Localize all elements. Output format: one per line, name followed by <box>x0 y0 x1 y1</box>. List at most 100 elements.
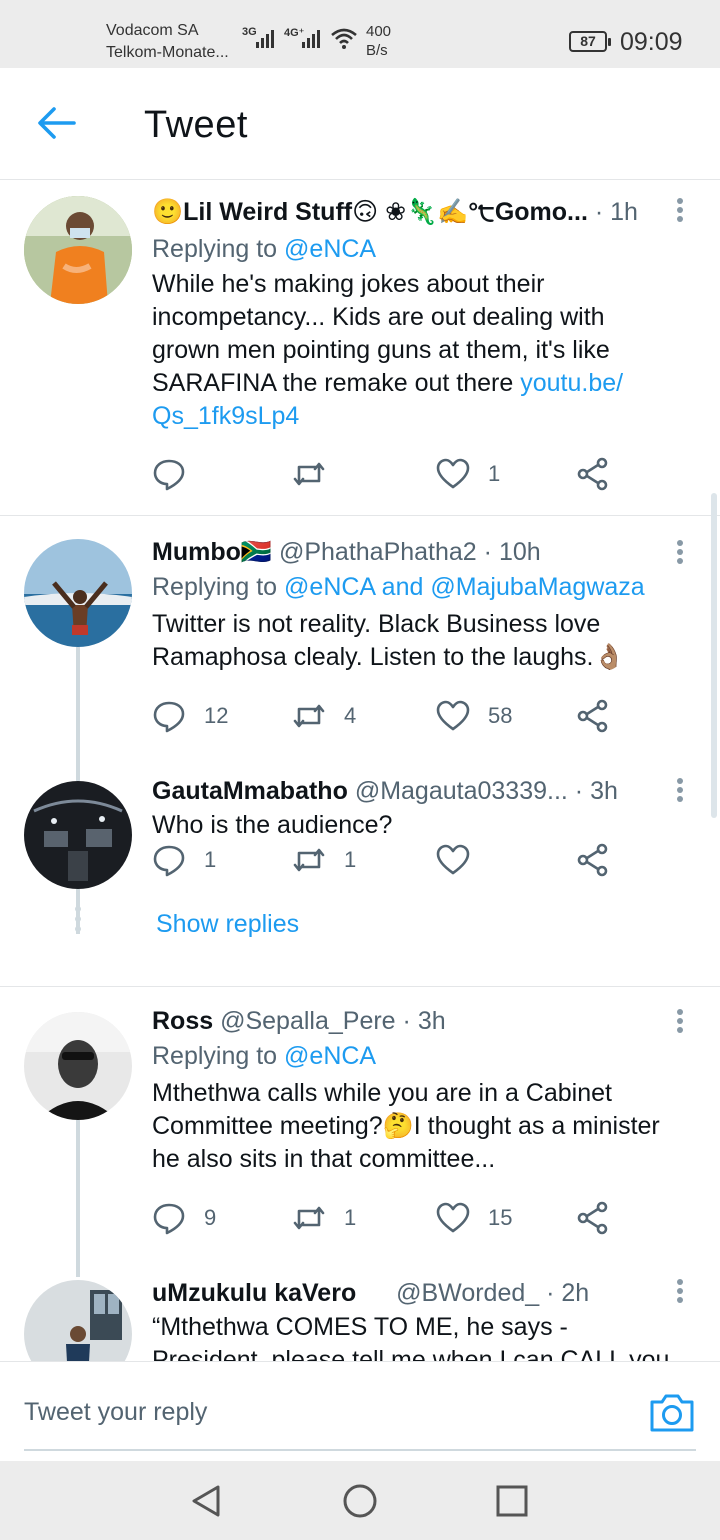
more-options-icon[interactable] <box>676 1279 684 1305</box>
like-button[interactable] <box>436 840 488 880</box>
author-handle[interactable]: @BWorded_ <box>396 1279 539 1307</box>
like-button[interactable]: 1 <box>436 454 500 494</box>
share-icon <box>577 699 608 733</box>
scrollbar[interactable] <box>711 493 717 818</box>
tweet-text-line: President, please tell me when I can CAL… <box>152 1346 670 1361</box>
replying-to: Replying to @eNCA <box>152 232 672 266</box>
author-name[interactable]: uMzukulu kaVero <box>152 1279 356 1307</box>
reply-icon <box>153 845 185 877</box>
carrier-1: Vodacom SA <box>106 22 199 39</box>
tweet-actions: 1 <box>152 454 632 494</box>
avatar[interactable] <box>24 539 132 647</box>
thread-dots <box>74 906 82 936</box>
tweet-item[interactable]: uMzukulu kaVero @BWorded_ · 2h “Mthethwa… <box>0 1277 720 1361</box>
share-button[interactable] <box>576 696 610 736</box>
like-count: 58 <box>488 703 513 728</box>
retweet-count: 4 <box>344 703 357 728</box>
author-name[interactable]: 🙂Lil Weird Stuff🙃 ❀🦎✍️°੮Gomo... <box>152 198 588 226</box>
tweet-text-line: “Mthethwa COMES TO ME, he says - <box>152 1313 568 1341</box>
nav-home-icon[interactable] <box>340 1481 380 1521</box>
tweet-item[interactable]: 🙂Lil Weird Stuff🙃 ❀🦎✍️°੮Gomo... · 1h Rep… <box>0 181 720 515</box>
show-replies-link[interactable]: Show replies <box>156 910 299 939</box>
tweet-time: · 2h <box>546 1279 590 1307</box>
tweet-item[interactable]: GautaMmabatho @Magauta03339... · 3h Who … <box>0 756 720 986</box>
speed-unit: B/s <box>366 42 388 59</box>
reply-button[interactable]: 9 <box>152 1198 216 1238</box>
tweet-actions: 9 1 15 <box>152 1198 632 1238</box>
retweet-button[interactable] <box>292 454 344 494</box>
author-handle[interactable]: @PhathaPhatha2 <box>279 538 477 566</box>
tweet-meta: Mumbo🇿🇦 @PhathaPhatha2 · 10h <box>152 536 672 568</box>
author-name[interactable]: GautaMmabatho <box>152 777 348 805</box>
like-button[interactable]: 58 <box>436 696 512 736</box>
reply-button[interactable] <box>152 454 204 494</box>
reply-feed[interactable]: 🙂Lil Weird Stuff🙃 ❀🦎✍️°੮Gomo... · 1h Rep… <box>0 181 720 1361</box>
mention-link[interactable]: @eNCA <box>284 1042 376 1070</box>
more-options-icon[interactable] <box>676 1009 684 1035</box>
like-button[interactable]: 15 <box>436 1198 512 1238</box>
page-title: Tweet <box>144 104 248 146</box>
more-options-icon[interactable] <box>676 198 684 224</box>
camera-icon[interactable] <box>648 1390 696 1434</box>
share-button[interactable] <box>576 1198 610 1238</box>
replying-to: Replying to @eNCA and @MajubaMagwaza <box>152 570 672 604</box>
avatar[interactable] <box>24 196 132 304</box>
status-bar: Vodacom SA Telkom-Monate... 3G 4G⁺ 400 B… <box>0 0 720 68</box>
mention-link[interactable]: @eNCA <box>284 235 376 263</box>
battery-level: 87 <box>580 33 596 49</box>
thread-line <box>76 756 80 781</box>
mention-link[interactable]: @eNCA and @MajubaMagwaza <box>284 573 645 601</box>
author-handle[interactable]: @Magauta03339... <box>355 777 568 805</box>
retweet-icon <box>293 704 325 728</box>
reply-button[interactable]: 1 <box>152 840 216 880</box>
reply-button[interactable]: 12 <box>152 696 228 736</box>
tweet-time: · 3h <box>402 1007 446 1035</box>
retweet-button[interactable]: 4 <box>292 696 356 736</box>
author-handle[interactable]: @Sepalla_Pere <box>220 1007 396 1035</box>
app-header: Tweet <box>0 68 720 180</box>
share-icon <box>577 1201 608 1235</box>
reply-underline <box>24 1449 696 1451</box>
reply-count: 12 <box>204 703 229 728</box>
more-options-icon[interactable] <box>676 540 684 566</box>
retweet-button[interactable]: 1 <box>292 840 356 880</box>
speed-value: 400 <box>366 23 392 40</box>
retweet-button[interactable]: 1 <box>292 1198 356 1238</box>
reply-input[interactable]: Tweet your reply <box>24 1398 207 1427</box>
tweet-meta: uMzukulu kaVero @BWorded_ · 2h <box>152 1277 672 1309</box>
reply-count: 1 <box>204 847 217 872</box>
reply-icon <box>153 1203 185 1235</box>
avatar-photo <box>24 781 132 889</box>
heart-icon <box>436 1202 470 1233</box>
tweet-meta: GautaMmabatho @Magauta03339... · 3h <box>152 775 672 807</box>
reply-bar: Tweet your reply <box>0 1361 720 1461</box>
tweet-item[interactable]: Ross @Sepalla_Pere · 3h Replying to @eNC… <box>0 987 720 1277</box>
author-name[interactable]: Ross <box>152 1007 213 1035</box>
like-count: 15 <box>488 1205 513 1230</box>
tweet-actions: 1 1 <box>152 840 632 880</box>
signal-icon <box>256 30 274 48</box>
avatar[interactable] <box>24 1012 132 1120</box>
retweet-icon <box>293 848 325 872</box>
network-type-1: 3G <box>242 26 257 38</box>
replying-to: Replying to @eNCA <box>152 1039 672 1073</box>
retweet-icon <box>293 462 325 486</box>
nav-back-icon[interactable] <box>186 1481 226 1521</box>
share-button[interactable] <box>576 840 610 880</box>
nav-recents-icon[interactable] <box>492 1481 532 1521</box>
avatar[interactable] <box>24 781 132 889</box>
replying-prefix: Replying to <box>152 573 285 601</box>
tweet-text: While he's making jokes about their inco… <box>152 268 672 433</box>
wifi-icon <box>331 28 357 49</box>
author-name[interactable]: Mumbo🇿🇦 <box>152 538 272 566</box>
retweet-count: 1 <box>344 1205 357 1230</box>
tweet-item[interactable]: Mumbo🇿🇦 @PhathaPhatha2 · 10h Replying to… <box>0 516 720 756</box>
avatar-photo <box>24 1012 132 1120</box>
tweet-text: Twitter is not reality. Black Business l… <box>152 610 625 671</box>
more-options-icon[interactable] <box>676 778 684 804</box>
thread-line <box>76 1120 80 1277</box>
back-arrow-icon[interactable] <box>36 106 76 140</box>
avatar[interactable] <box>24 1280 132 1361</box>
share-button[interactable] <box>576 454 610 494</box>
tweet-body: Mumbo🇿🇦 @PhathaPhatha2 · 10h Replying to… <box>152 536 672 674</box>
